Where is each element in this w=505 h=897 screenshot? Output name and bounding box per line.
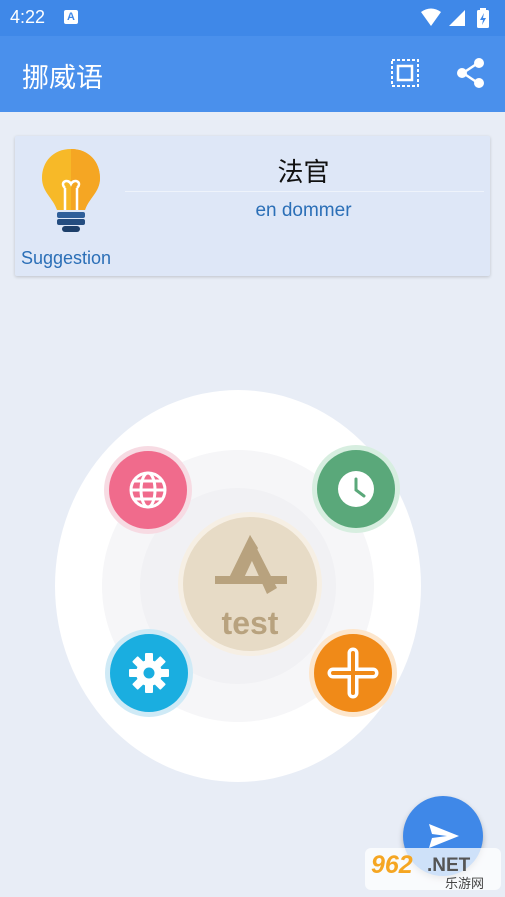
center-test-button[interactable]: test [178,512,322,656]
clock-icon [338,471,374,507]
globe-button[interactable] [104,446,192,534]
lightbulb-icon [42,149,100,232]
status-time: 4:22 [10,7,46,27]
app-title: 挪威语 [22,63,103,93]
signal-icon [449,10,465,26]
fullscreen-icon[interactable] [388,56,422,90]
wifi-icon [421,8,441,26]
share-icon[interactable] [454,56,488,90]
add-button[interactable] [309,629,397,717]
settings-button[interactable] [105,629,193,717]
watermark-logo: 962 .NET 乐游网 [365,848,501,892]
wheel-menu: test [55,390,421,782]
center-label: test [222,605,279,641]
watermark-caption: 乐游网 [445,877,484,892]
watermark-suffix: .NET [427,855,471,876]
status-bar: 4:22 A [0,0,505,36]
suggestion-card[interactable]: Suggestion 法官 en dommer [15,136,490,276]
app-bar: 挪威语 [0,36,505,112]
card-divider [125,191,484,192]
status-icons [421,8,489,28]
notification-icon: A [64,10,78,24]
watermark-brand: 962 [371,851,413,879]
history-button[interactable] [312,445,400,533]
suggested-word: 法官 [277,157,330,187]
gear-icon [129,653,169,693]
suggestion-label: Suggestion [21,248,112,268]
suggested-translation: en dommer [255,200,352,221]
battery-icon [477,8,489,28]
